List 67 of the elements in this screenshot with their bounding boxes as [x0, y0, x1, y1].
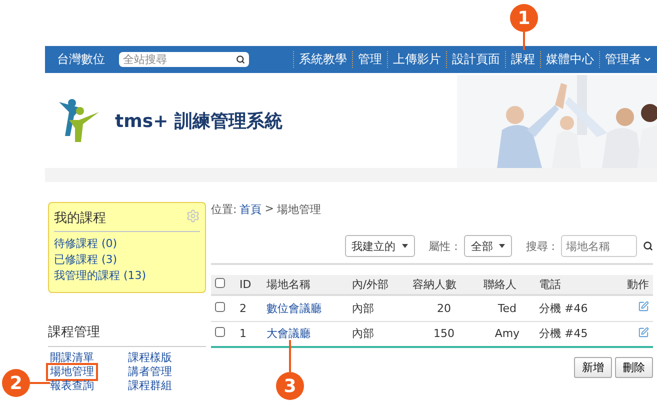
caret-icon	[498, 244, 505, 248]
column-header: ID	[235, 275, 262, 295]
search-field[interactable]: 場地名稱	[561, 235, 637, 257]
breadcrumb-current: 場地管理	[276, 202, 321, 217]
filter-label: 屬性 :	[428, 238, 458, 254]
course-link[interactable]: 待修課程 (0)	[54, 236, 200, 252]
breadcrumb-label: 位置:	[211, 202, 237, 217]
row-checkbox[interactable]	[215, 327, 225, 338]
venue-link[interactable]: 數位會議廳	[266, 302, 322, 315]
venue-link[interactable]: 大會議廳	[266, 327, 310, 340]
edit-icon[interactable]	[638, 301, 649, 312]
callout-marker: 3	[276, 372, 304, 400]
home-link[interactable]: 首頁	[240, 202, 262, 217]
column-header: 容納人數	[408, 275, 480, 295]
table-cell: 分機 #45	[535, 321, 612, 347]
owner-select[interactable]: 我建立的	[344, 235, 415, 257]
app-title: tms+ 訓練管理系統	[115, 110, 282, 132]
table-cell: Ted	[479, 295, 536, 321]
add-button[interactable]: 新增	[574, 357, 612, 378]
table-cell: 1	[235, 321, 262, 347]
section-title: 課程管理	[48, 323, 206, 347]
nav-item[interactable]: 上傳影片	[387, 51, 446, 68]
admin-link[interactable]: 課程樣版	[126, 351, 174, 365]
table-cell: 20	[408, 295, 480, 321]
table-cell: 內部	[348, 321, 409, 347]
leader-line	[523, 32, 525, 50]
column-header: 內/外部	[348, 275, 409, 295]
nav-item[interactable]: 設計頁面	[446, 51, 505, 68]
table-cell: Amy	[479, 321, 536, 347]
nav-item[interactable]: 媒體中心	[540, 51, 599, 68]
admin-link[interactable]: 報表查詢	[48, 379, 96, 393]
row-checkbox[interactable]	[215, 302, 225, 312]
table-cell: 內部	[348, 295, 409, 321]
nav-item[interactable]: 管理	[352, 51, 387, 68]
column-header: 聯絡人	[479, 275, 536, 295]
panel-title: 我的課程	[54, 210, 106, 228]
search-icon[interactable]	[643, 241, 653, 251]
select-all-checkbox[interactable]	[215, 278, 225, 288]
nav-item[interactable]: 課程	[505, 51, 540, 68]
search-icon[interactable]	[236, 55, 245, 64]
callout-marker: 2	[2, 369, 30, 397]
caret-icon	[643, 55, 652, 64]
leader-line	[30, 382, 50, 384]
nav-item[interactable]: 系統教學	[293, 51, 352, 68]
leader-line	[289, 340, 291, 372]
attribute-select[interactable]: 全部	[464, 235, 512, 257]
callout-marker: 1	[510, 4, 538, 32]
caret-icon	[402, 244, 408, 248]
course-link[interactable]: 我管理的課程 (13)	[54, 268, 200, 284]
table-cell: 150	[408, 321, 480, 347]
table-cell: 分機 #46	[535, 295, 612, 321]
table-cell: 2	[235, 295, 262, 321]
admin-link[interactable]: 開課清單	[48, 351, 96, 365]
delete-button[interactable]: 刪除	[615, 357, 653, 378]
admin-link[interactable]: 場地管理	[48, 365, 96, 379]
nav-item[interactable]: 管理者	[599, 51, 657, 68]
column-header: 場地名稱	[262, 275, 348, 295]
breadcrumb-separator: >	[264, 202, 274, 217]
admin-link[interactable]: 課程群組	[126, 379, 174, 393]
column-header: 電話	[535, 275, 612, 295]
column-header: 動作	[612, 275, 653, 295]
edit-icon[interactable]	[638, 326, 649, 338]
search-label: 搜尋 :	[526, 238, 555, 254]
admin-link[interactable]: 講者管理	[126, 365, 174, 379]
search-field[interactable]: 全站搜尋	[119, 52, 249, 67]
brand-link[interactable]: 台灣數位	[57, 51, 105, 68]
course-link[interactable]: 已修課程 (3)	[54, 252, 200, 268]
